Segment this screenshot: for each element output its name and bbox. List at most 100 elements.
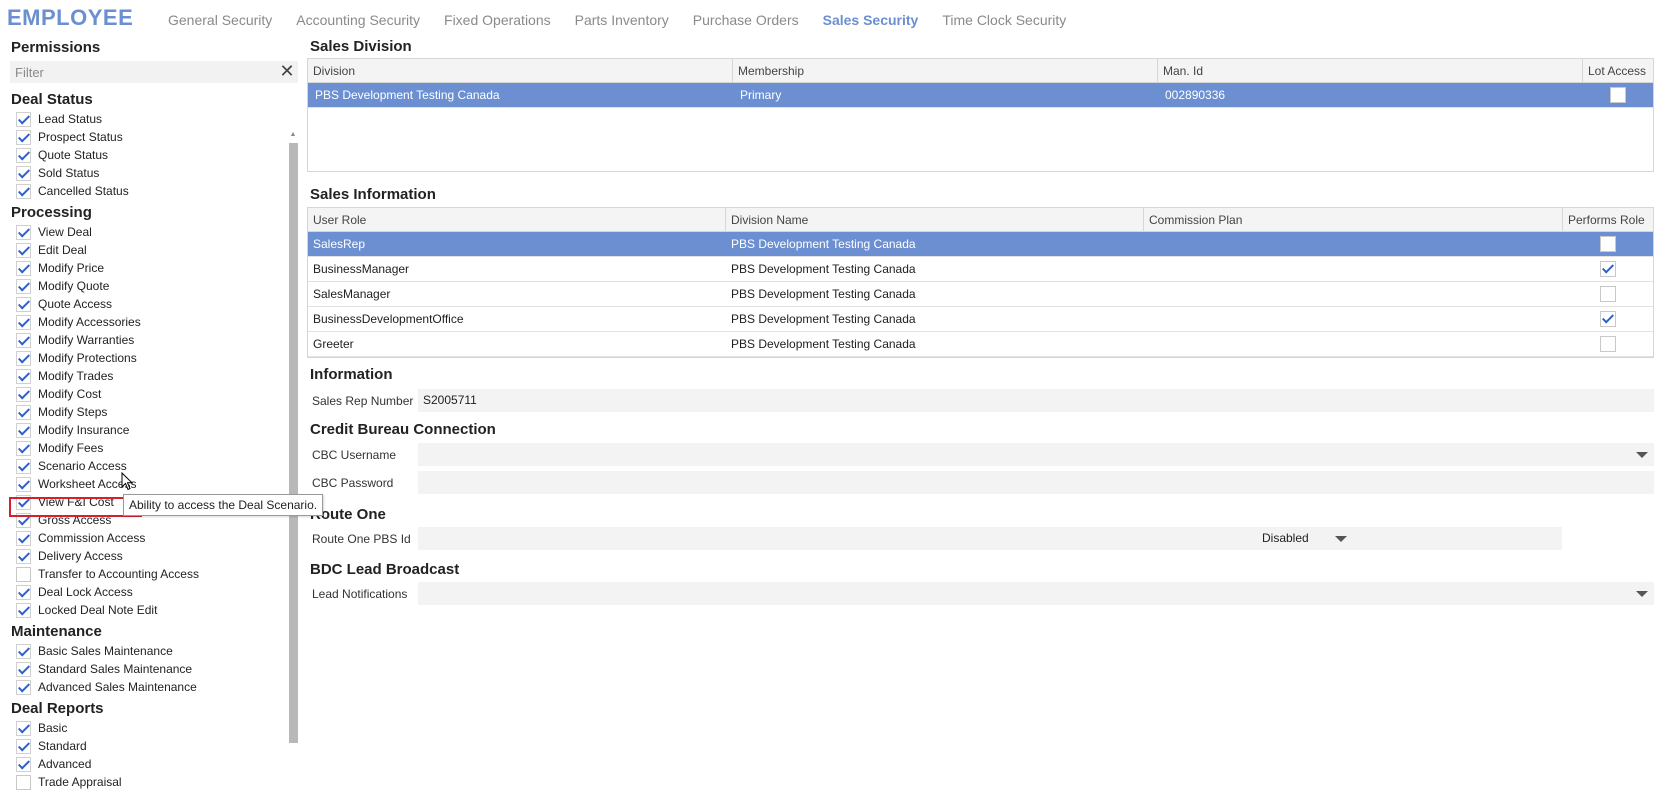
permission-item[interactable]: Delivery Access <box>11 547 281 565</box>
permission-checkbox[interactable] <box>16 422 31 438</box>
column-header[interactable]: Commission Plan <box>1144 208 1563 231</box>
scroll-up-arrow-icon[interactable]: ▲ <box>288 131 298 139</box>
permission-item[interactable]: Advanced <box>11 755 281 773</box>
tab-general-security[interactable]: General Security <box>168 12 272 32</box>
permission-item[interactable]: Advanced Sales Maintenance <box>11 678 281 696</box>
permission-checkbox[interactable] <box>16 756 31 772</box>
table-row[interactable]: PBS Development Testing Canada Primary 002… <box>308 83 1653 108</box>
tab-accounting-security[interactable]: Accounting Security <box>296 12 420 32</box>
performs-role-checkbox[interactable] <box>1600 311 1616 327</box>
permission-checkbox[interactable] <box>16 720 31 736</box>
permission-item[interactable]: Basic <box>11 719 281 737</box>
permission-item[interactable]: Modify Quote <box>11 277 281 295</box>
column-header[interactable]: Lot Access <box>1583 59 1653 82</box>
permission-checkbox[interactable] <box>16 440 31 456</box>
permission-item[interactable]: Scenario Access <box>11 457 281 475</box>
permission-checkbox[interactable] <box>16 296 31 312</box>
permission-checkbox[interactable] <box>16 314 31 330</box>
cbc-password-field[interactable] <box>418 471 1654 494</box>
permission-checkbox[interactable] <box>16 404 31 420</box>
permission-checkbox[interactable] <box>16 183 31 199</box>
chevron-down-icon[interactable] <box>1335 536 1347 542</box>
permission-checkbox[interactable] <box>16 368 31 384</box>
table-row[interactable]: BusinessManager PBS Development Testing C… <box>308 257 1653 282</box>
permission-checkbox[interactable] <box>16 260 31 276</box>
lot-access-checkbox[interactable] <box>1610 87 1626 103</box>
permission-item[interactable]: Edit Deal <box>11 241 281 259</box>
tab-purchase-orders[interactable]: Purchase Orders <box>693 12 799 32</box>
column-header[interactable]: Membership <box>733 59 1158 82</box>
permission-item[interactable]: Commission Access <box>11 529 281 547</box>
permission-item[interactable]: Modify Steps <box>11 403 281 421</box>
tab-time-clock-security[interactable]: Time Clock Security <box>942 12 1066 32</box>
permission-item[interactable]: Worksheet Access <box>11 475 281 493</box>
permission-checkbox[interactable] <box>16 476 31 492</box>
permission-checkbox[interactable] <box>16 738 31 754</box>
permission-item[interactable]: Deal Lock Access <box>11 583 281 601</box>
scrollbar-thumb[interactable] <box>289 143 298 743</box>
permission-item[interactable]: Modify Price <box>11 259 281 277</box>
permission-checkbox[interactable] <box>16 566 31 582</box>
permission-item[interactable]: Cancelled Status <box>11 182 281 200</box>
permission-item[interactable]: Transfer to Accounting Access <box>11 565 281 583</box>
tab-fixed-operations[interactable]: Fixed Operations <box>444 12 551 32</box>
tab-parts-inventory[interactable]: Parts Inventory <box>575 12 669 32</box>
permission-checkbox[interactable] <box>16 530 31 546</box>
performs-role-checkbox[interactable] <box>1600 236 1616 252</box>
permission-checkbox[interactable] <box>16 224 31 240</box>
permission-checkbox[interactable] <box>16 111 31 127</box>
permission-checkbox[interactable] <box>16 584 31 600</box>
permission-checkbox[interactable] <box>16 643 31 659</box>
permission-checkbox[interactable] <box>16 602 31 618</box>
permission-checkbox[interactable] <box>16 512 31 528</box>
chevron-down-icon[interactable] <box>1636 591 1648 597</box>
permission-checkbox[interactable] <box>16 679 31 695</box>
permission-item[interactable]: Trade Appraisal <box>11 773 281 791</box>
performs-role-checkbox[interactable] <box>1600 336 1616 352</box>
permission-checkbox[interactable] <box>16 350 31 366</box>
permission-item[interactable]: Locked Deal Note Edit <box>11 601 281 619</box>
permission-checkbox[interactable] <box>16 242 31 258</box>
tab-sales-security[interactable]: Sales Security <box>823 12 919 32</box>
permission-checkbox[interactable] <box>16 774 31 790</box>
permission-item[interactable]: Modify Warranties <box>11 331 281 349</box>
permission-checkbox[interactable] <box>16 494 31 510</box>
permission-item[interactable]: Modify Cost <box>11 385 281 403</box>
performs-role-checkbox[interactable] <box>1600 261 1616 277</box>
permission-checkbox[interactable] <box>16 548 31 564</box>
column-header[interactable]: Man. Id <box>1158 59 1583 82</box>
lead-notifications-dropdown[interactable] <box>418 582 1654 605</box>
permission-checkbox[interactable] <box>16 129 31 145</box>
close-icon[interactable]: ✕ <box>278 62 296 82</box>
permission-item[interactable]: Quote Access <box>11 295 281 313</box>
column-header[interactable]: User Role <box>308 208 726 231</box>
permission-item[interactable]: Modify Protections <box>11 349 281 367</box>
performs-role-checkbox[interactable] <box>1600 286 1616 302</box>
route-one-status-dropdown[interactable]: Disabled <box>1257 527 1353 550</box>
column-header[interactable]: Performs Role <box>1563 208 1653 231</box>
permission-item[interactable]: Modify Fees <box>11 439 281 457</box>
table-row[interactable]: SalesManager PBS Development Testing Cana… <box>308 282 1653 307</box>
permission-item[interactable]: Basic Sales Maintenance <box>11 642 281 660</box>
permission-checkbox[interactable] <box>16 278 31 294</box>
table-row[interactable]: SalesRep PBS Development Testing Canada <box>308 232 1653 257</box>
chevron-down-icon[interactable] <box>1636 452 1648 458</box>
filter-input[interactable] <box>10 61 270 83</box>
table-row[interactable]: BusinessDevelopmentOffice PBS Development… <box>308 307 1653 332</box>
cbc-username-dropdown[interactable] <box>418 443 1654 466</box>
scrollbar[interactable]: ▲ <box>288 131 298 743</box>
permission-item[interactable]: Sold Status <box>11 164 281 182</box>
permission-checkbox[interactable] <box>16 386 31 402</box>
column-header[interactable]: Division <box>308 59 733 82</box>
column-header[interactable]: Division Name <box>726 208 1144 231</box>
permission-checkbox[interactable] <box>16 165 31 181</box>
permission-item[interactable]: Modify Accessories <box>11 313 281 331</box>
permission-checkbox[interactable] <box>16 332 31 348</box>
permission-item[interactable]: Modify Insurance <box>11 421 281 439</box>
permission-item[interactable]: Lead Status <box>11 110 281 128</box>
permission-checkbox[interactable] <box>16 147 31 163</box>
permission-item[interactable]: Prospect Status <box>11 128 281 146</box>
table-row[interactable]: Greeter PBS Development Testing Canada <box>308 332 1653 357</box>
permission-checkbox[interactable] <box>16 661 31 677</box>
route-one-id-field[interactable] <box>418 527 1562 550</box>
